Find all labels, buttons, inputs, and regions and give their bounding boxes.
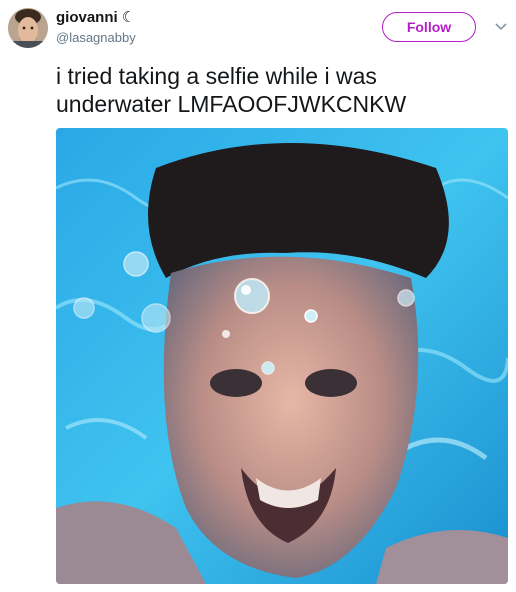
display-name-text: giovanni [56, 9, 118, 26]
moon-emoji: ☾ [121, 9, 136, 26]
underwater-selfie-image [56, 128, 508, 584]
avatar-image [8, 8, 48, 48]
user-handle[interactable]: @lasagnabby [56, 30, 136, 45]
avatar[interactable] [8, 8, 48, 48]
tweet-text: i tried taking a selfie while i was unde… [56, 63, 407, 117]
follow-button[interactable]: Follow [382, 12, 476, 42]
display-name[interactable]: giovanni ☾ [56, 8, 135, 26]
tweet-photo[interactable] [56, 128, 508, 584]
chevron-down-icon[interactable] [494, 20, 508, 34]
